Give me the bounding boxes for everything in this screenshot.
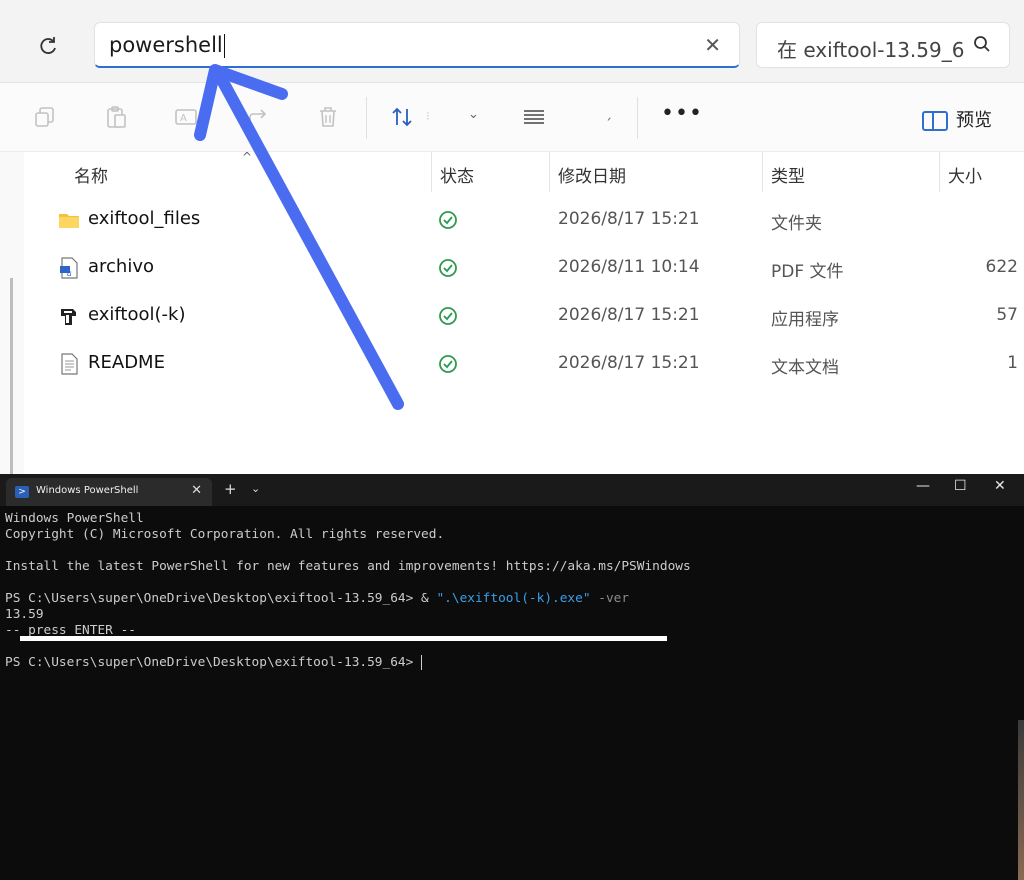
file-name: archivo: [88, 256, 155, 277]
file-type: 文本文档: [771, 358, 839, 378]
preview-pane-icon: [922, 111, 948, 131]
column-name[interactable]: 名称: [74, 162, 108, 187]
sort-icon[interactable]: [390, 105, 414, 129]
view-dropdown-chevron-icon[interactable]: ˏ: [605, 105, 612, 121]
file-row[interactable]: a archivo 2026/8/11 10:14 PDF 文件 622: [24, 245, 1024, 293]
column-divider[interactable]: [762, 152, 763, 192]
desktop-edge: [1018, 720, 1024, 880]
text-file-icon: [61, 353, 78, 375]
close-tab-icon[interactable]: ✕: [191, 483, 202, 498]
file-row[interactable]: README 2026/8/17 15:21 文本文档 1: [24, 341, 1024, 389]
clear-icon[interactable]: ✕: [704, 33, 721, 57]
paste-icon[interactable]: [104, 105, 128, 129]
file-type: 应用程序: [771, 310, 839, 330]
file-size: 622: [985, 257, 1018, 277]
file-row[interactable]: exiftool(-k) 2026/8/17 15:21 应用程序 57: [24, 293, 1024, 341]
toolbar-divider: [637, 97, 638, 139]
column-divider[interactable]: [939, 152, 940, 192]
refresh-icon[interactable]: [36, 34, 60, 58]
console-line: Install the latest PowerShell for new fe…: [5, 559, 691, 574]
tab-dropdown-chevron-icon[interactable]: ⌄: [251, 482, 260, 495]
file-name: exiftool_files: [88, 208, 201, 229]
exe-camel-icon: [61, 309, 76, 325]
view-icon[interactable]: [522, 105, 546, 129]
terminal-tab-bar: > Windows PowerShell ✕ + ⌄ — ☐ ✕: [0, 474, 1024, 506]
rename-icon[interactable]: A: [174, 105, 198, 129]
file-name: exiftool(-k): [88, 304, 186, 325]
share-icon[interactable]: [246, 105, 270, 129]
sync-ok-icon: [439, 307, 457, 325]
svg-text:A: A: [180, 113, 187, 124]
annotation-underline: [20, 636, 667, 641]
column-divider[interactable]: [431, 152, 432, 192]
address-input-text: powershell: [109, 33, 226, 58]
close-window-icon[interactable]: ✕: [994, 478, 1006, 494]
search-placeholder: 在 exiftool-13.59_6: [777, 38, 965, 62]
address-bar-strip: powershell ✕ 在 exiftool-13.59_6: [0, 0, 1024, 83]
pdf-file-icon: a: [60, 257, 78, 279]
file-date: 2026/8/11 10:14: [558, 257, 700, 277]
powershell-icon: >: [15, 486, 29, 498]
column-divider[interactable]: [549, 152, 550, 192]
toolbar-divider: [366, 97, 367, 139]
svg-text:a: a: [67, 269, 72, 278]
command-string: ".\exiftool(-k).exe": [436, 591, 591, 606]
minimize-icon[interactable]: —: [916, 478, 930, 494]
file-date: 2026/8/17 15:21: [558, 305, 700, 325]
sort-dots: ⁝: [426, 109, 430, 123]
file-row[interactable]: exiftool_files 2026/8/17 15:21 文件夹: [24, 197, 1024, 245]
address-input[interactable]: powershell ✕: [94, 22, 740, 68]
maximize-icon[interactable]: ☐: [954, 478, 967, 494]
sync-ok-icon: [439, 355, 457, 373]
file-list: 名称 ^ 状态 修改日期 类型 大小 exiftool_files 2026/8…: [24, 150, 1024, 474]
sync-ok-icon: [439, 259, 457, 277]
console-prompt: PS C:\Users\super\OneDrive\Desktop\exift…: [5, 655, 422, 670]
console-line: Copyright (C) Microsoft Corporation. All…: [5, 527, 445, 542]
file-name: README: [88, 352, 165, 373]
console-output[interactable]: Windows PowerShell Copyright (C) Microso…: [5, 511, 691, 671]
column-modified[interactable]: 修改日期: [558, 162, 626, 187]
column-type[interactable]: 类型: [771, 162, 805, 187]
terminal-cursor: [421, 655, 423, 670]
copy-icon[interactable]: [33, 105, 57, 129]
preview-label: 预览: [956, 110, 992, 131]
more-options-icon[interactable]: •••: [661, 101, 703, 126]
file-date: 2026/8/17 15:21: [558, 353, 700, 373]
console-prompt: PS C:\Users\super\OneDrive\Desktop\exift…: [5, 591, 437, 606]
tab-title: Windows PowerShell: [36, 485, 139, 496]
command-bar: A ⁝ ⌄ ˏ ••• 预览: [0, 83, 1024, 152]
sync-ok-icon: [439, 211, 457, 229]
console-line: Windows PowerShell: [5, 511, 144, 526]
terminal-tab[interactable]: > Windows PowerShell ✕: [6, 478, 212, 506]
file-type: 文件夹: [771, 214, 822, 234]
preview-button[interactable]: 预览: [922, 106, 992, 131]
sort-ascending-icon: ^: [242, 150, 253, 164]
column-header: 名称 ^ 状态 修改日期 类型 大小: [24, 150, 1024, 192]
column-size[interactable]: 大小: [948, 162, 982, 187]
new-tab-icon[interactable]: +: [224, 480, 237, 498]
powershell-window: > Windows PowerShell ✕ + ⌄ — ☐ ✕ Windows…: [0, 474, 1024, 880]
sort-dropdown-chevron-icon[interactable]: ⌄: [468, 107, 479, 122]
search-input[interactable]: 在 exiftool-13.59_6: [756, 22, 1010, 68]
column-status[interactable]: 状态: [440, 162, 474, 187]
scrollbar[interactable]: [10, 278, 13, 474]
folder-icon: [59, 214, 79, 228]
delete-icon[interactable]: [316, 105, 340, 129]
search-icon[interactable]: [973, 35, 991, 53]
file-size: 1: [1007, 353, 1018, 373]
command-param: -ver: [590, 591, 630, 606]
version-output: 13.59: [5, 607, 44, 622]
file-date: 2026/8/17 15:21: [558, 209, 700, 229]
file-type: PDF 文件: [771, 262, 844, 282]
file-size: 57: [996, 305, 1018, 325]
